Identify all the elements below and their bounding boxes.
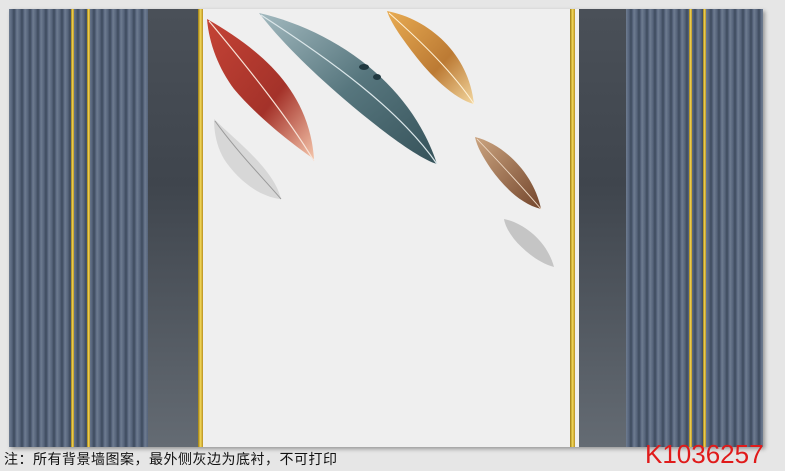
brown-feather <box>475 137 542 210</box>
white-feather <box>214 119 282 200</box>
feathers-illustration <box>207 11 554 267</box>
grey-feather <box>504 219 554 267</box>
product-code: K1036257 <box>645 439 764 469</box>
mural-artwork <box>9 9 763 447</box>
gold-feather <box>387 11 475 105</box>
footer-note: 注：所有背景墙图案，最外侧灰边为底衬，不可打印 <box>4 452 338 468</box>
